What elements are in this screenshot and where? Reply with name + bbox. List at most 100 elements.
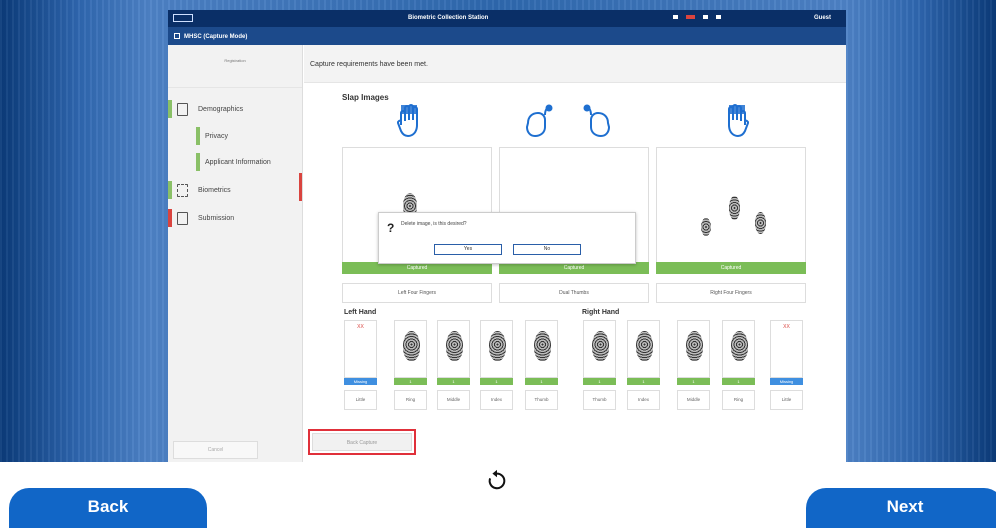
slap-status-right: Captured — [656, 262, 806, 274]
finger-slot-left-index[interactable] — [480, 320, 513, 378]
fingerprint-image — [489, 331, 506, 361]
fingerprint-image — [729, 196, 740, 220]
status-bar — [196, 127, 200, 145]
right-four-fingers-button[interactable]: Right Four Fingers — [656, 283, 806, 303]
finger-button-right-ring[interactable]: Ring — [722, 390, 755, 410]
sidebar-item-applicant-information[interactable]: Applicant Information — [196, 153, 271, 171]
fingerprint-image — [446, 331, 463, 361]
finger-button-right-middle[interactable]: Middle — [677, 390, 710, 410]
back-capture-highlight: Back Capture — [308, 429, 416, 455]
fingerprint-image — [403, 331, 420, 361]
sidebar-item-label: Biometrics — [198, 186, 231, 194]
registration-info: Registration — [168, 45, 302, 88]
finger-status: 1 — [627, 378, 660, 385]
footer: Back Next — [0, 462, 996, 528]
fingerprint-image — [592, 331, 609, 361]
slap-images-title: Slap Images — [342, 93, 389, 102]
right-thumb-icon — [583, 104, 611, 138]
status-bar — [196, 153, 200, 171]
finger-button-right-thumb[interactable]: Thumb — [583, 390, 616, 410]
right-hand-label: Right Hand — [582, 309, 620, 316]
active-indicator — [299, 173, 302, 201]
finger-button-left-index[interactable]: Index — [480, 390, 513, 410]
finger-status: 1 — [437, 378, 470, 385]
mode-title: MHSC (Capture Mode) — [184, 34, 248, 40]
status-bar — [168, 181, 172, 199]
finger-button-left-ring[interactable]: Ring — [394, 390, 427, 410]
title-bar: Biometric Collection Station Guest — [168, 10, 846, 27]
fingerprint-image — [636, 331, 653, 361]
document-icon — [177, 102, 188, 116]
sidebar-item-submission[interactable]: Submission — [168, 209, 234, 227]
left-four-fingers-button[interactable]: Left Four Fingers — [342, 283, 492, 303]
finger-status: Missing — [770, 378, 803, 385]
fingerprint-image — [686, 331, 703, 361]
missing-mark: XX — [357, 324, 364, 330]
registration-line: Registration — [224, 58, 246, 63]
finger-slot-right-index[interactable] — [627, 320, 660, 378]
finger-button-left-thumb[interactable]: Thumb — [525, 390, 558, 410]
sidebar-item-demographics[interactable]: Demographics — [168, 100, 243, 118]
slap-image-right-four[interactable] — [656, 147, 806, 267]
missing-mark: XX — [783, 324, 790, 330]
status-message: Capture requirements have been met. — [304, 45, 846, 83]
fingerprint-image — [701, 218, 711, 236]
finger-slot-right-little[interactable]: XX — [770, 320, 803, 378]
finger-slot-right-ring[interactable] — [722, 320, 755, 378]
app-window: Biometric Collection Station Guest MHSC … — [168, 10, 846, 462]
finger-status: 1 — [583, 378, 616, 385]
finger-status: 1 — [677, 378, 710, 385]
main-panel: Capture requirements have been met. Slap… — [304, 45, 846, 462]
sidebar-item-label: Demographics — [198, 105, 244, 113]
no-button[interactable]: No — [513, 244, 581, 255]
sidebar-item-privacy[interactable]: Privacy — [196, 127, 228, 145]
finger-slot-left-thumb[interactable] — [525, 320, 558, 378]
export-icon — [177, 211, 188, 225]
next-button[interactable]: Next — [806, 488, 996, 528]
finger-button-right-index[interactable]: Index — [627, 390, 660, 410]
question-icon: ? — [387, 221, 395, 235]
sidebar-item-label: Privacy — [205, 132, 228, 140]
confirm-dialog: ? Delete image, is this desired? Yes No — [378, 212, 636, 264]
fingerprint-scan-icon — [177, 183, 188, 197]
fingerprint-image — [534, 331, 551, 361]
user-name[interactable]: Guest — [814, 15, 831, 21]
fingerprint-image — [755, 212, 766, 234]
status-bar — [168, 100, 172, 118]
finger-button-left-middle[interactable]: Middle — [437, 390, 470, 410]
finger-status: 1 — [525, 378, 558, 385]
sidebar-item-biometrics[interactable]: Biometrics — [168, 181, 231, 199]
back-capture-button[interactable]: Back Capture — [312, 433, 412, 451]
left-hand-icon — [397, 104, 418, 138]
finger-button-left-little[interactable]: Little — [344, 390, 377, 410]
finger-status: 1 — [394, 378, 427, 385]
yes-button[interactable]: Yes — [434, 244, 502, 255]
app-logo — [173, 14, 193, 22]
left-hand-label: Left Hand — [344, 309, 377, 316]
sub-title-bar: MHSC (Capture Mode) — [168, 27, 846, 45]
network-icon[interactable] — [673, 15, 678, 19]
finger-slot-left-ring[interactable] — [394, 320, 427, 378]
dialog-message: Delete image, is this desired? — [401, 221, 467, 227]
finger-status: Missing — [344, 378, 377, 385]
cancel-button[interactable]: Cancel — [173, 441, 258, 459]
sidebar-item-label: Applicant Information — [205, 158, 271, 166]
finger-status: 1 — [480, 378, 513, 385]
finger-slot-left-little[interactable]: XX — [344, 320, 377, 378]
app-title: Biometric Collection Station — [408, 15, 489, 21]
finger-slot-left-middle[interactable] — [437, 320, 470, 378]
finger-slot-right-thumb[interactable] — [583, 320, 616, 378]
dual-thumbs-button[interactable]: Dual Thumbs — [499, 283, 649, 303]
sidebar-item-label: Submission — [198, 214, 235, 222]
right-hand-icon — [728, 104, 749, 138]
mode-icon — [174, 33, 180, 39]
flag-icon[interactable] — [686, 15, 695, 19]
finger-slot-right-middle[interactable] — [677, 320, 710, 378]
back-button[interactable]: Back — [9, 488, 207, 528]
finger-button-right-little[interactable]: Little — [770, 390, 803, 410]
refresh-icon[interactable] — [486, 468, 508, 492]
finger-status: 1 — [722, 378, 755, 385]
left-thumb-icon — [525, 104, 553, 138]
help-icon[interactable] — [716, 15, 721, 19]
settings-icon[interactable] — [703, 15, 708, 19]
